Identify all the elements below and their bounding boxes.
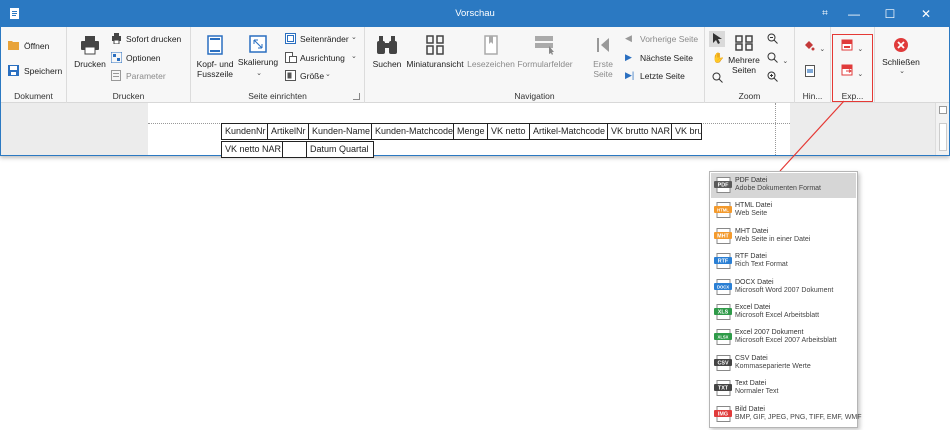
file-type-icon: XLSX (714, 329, 732, 346)
export-menu-item[interactable]: XLSX Excel 2007 Dokument Microsoft Excel 2… (711, 325, 856, 350)
export-format-description: Adobe Dokumenten Format (735, 185, 821, 192)
export-format-description: Microsoft Excel Arbeitsblatt (735, 312, 820, 319)
export-format-title: DOCX Datei (735, 278, 774, 286)
file-type-icon: RTF (714, 253, 732, 270)
file-type-icon: IMG (714, 405, 732, 422)
file-type-icon: CSV (714, 354, 732, 371)
export-menu-item[interactable]: MHT MHT Datei Web Seite in einer Datei (711, 224, 856, 249)
export-menu-item[interactable]: RTF RTF Datei Rich Text Format (711, 249, 856, 274)
export-menu-item[interactable]: CSV CSV Datei Kommaseparierte Werte (711, 351, 856, 376)
export-format-description: Normaler Text (735, 388, 779, 396)
export-format-title: Text Datei (735, 380, 767, 388)
file-type-badge: MHT (717, 233, 729, 239)
export-format-description: Rich Text Format (735, 261, 788, 269)
file-type-badge: DOCX (717, 284, 729, 289)
export-format-title: HTML Datei (735, 202, 773, 210)
export-menu-item[interactable]: DOCX DOCX Datei Microsoft Word 2007 Dokume… (711, 275, 856, 300)
export-format-description: Web Seite (735, 210, 768, 218)
export-format-title: MHT Datei (735, 227, 769, 235)
file-type-icon: HTML (714, 202, 732, 219)
export-menu-item[interactable]: XLS Excel Datei Microsoft Excel Arbeitsbla… (711, 300, 856, 325)
export-menu-item[interactable]: IMG Bild Datei BMP, GIF, JPEG, PNG, TIFF, … (711, 402, 862, 427)
export-format-description: Microsoft Word 2007 Dokument (735, 286, 834, 294)
export-format-title: Bild Datei (735, 405, 765, 413)
file-type-icon: PDF (714, 177, 732, 193)
file-type-icon: TXT (714, 380, 732, 397)
export-format-title: CSV Datei (735, 354, 768, 362)
file-type-icon: XLS (714, 304, 732, 320)
file-type-badge: TXT (718, 386, 729, 392)
export-format-menu: PDF PDF Datei Adobe Dokumenten Format HTML H… (709, 171, 862, 428)
file-type-badge: HTML (717, 208, 729, 213)
file-type-badge: PDF (718, 183, 729, 189)
export-menu-item[interactable]: PDF PDF Datei Adobe Dokumenten Format (711, 173, 856, 198)
file-type-icon: MHT (714, 227, 732, 244)
file-type-badge: XLSX (718, 335, 729, 340)
file-type-icon: DOCX (714, 278, 732, 295)
export-format-description: BMP, GIF, JPEG, PNG, TIFF, EMF, WMF (735, 413, 862, 421)
export-format-description: Kommaseparierte Werte (735, 362, 811, 370)
export-format-description: Microsoft Excel 2007 Arbeitsblatt (735, 337, 837, 345)
export-menu-item[interactable]: TXT Text Datei Normaler Text (711, 376, 856, 401)
file-type-badge: RTF (718, 259, 729, 265)
export-format-title: Excel Datei (735, 304, 771, 311)
export-format-title: Excel 2007 Dokument (735, 329, 804, 337)
file-type-badge: CSV (717, 360, 728, 366)
export-format-title: RTF Datei (735, 253, 767, 261)
export-menu-item[interactable]: HTML HTML Datei Web Seite (711, 198, 856, 223)
file-type-badge: IMG (718, 411, 728, 417)
file-type-badge: XLS (718, 310, 729, 316)
export-format-title: PDF Datei (735, 177, 768, 184)
export-format-description: Web Seite in einer Datei (735, 235, 811, 243)
